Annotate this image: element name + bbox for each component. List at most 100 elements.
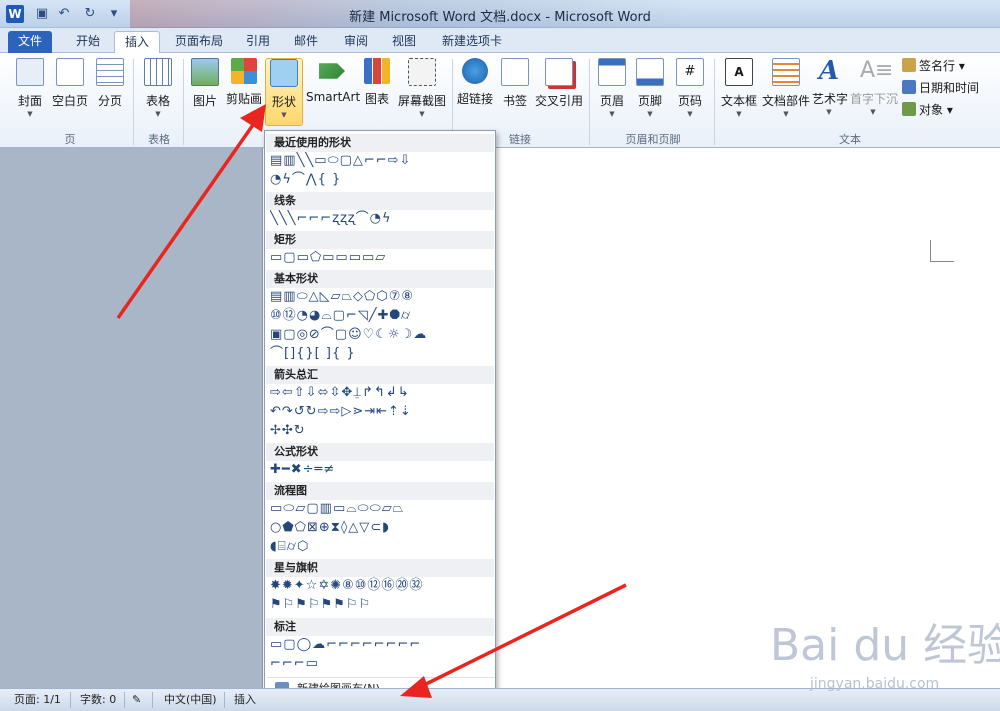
signature-line-button[interactable]: 签名行 ▾ [902, 57, 965, 77]
shapes-button[interactable]: 形状 ▼ [265, 58, 303, 126]
group-label-links: 链接 [509, 133, 531, 146]
shape-gallery-row[interactable]: ⌒[]{}[ ]{ } [270, 345, 492, 363]
group-label-pages: 页 [64, 133, 76, 146]
group-separator [589, 59, 590, 145]
group-separator [133, 59, 134, 145]
group-label-tables: 表格 [148, 133, 170, 146]
shape-gallery-row[interactable]: ⌐⌐⌐▭ [270, 655, 492, 673]
screenshot-button[interactable]: 屏幕截图 ▼ [396, 58, 448, 122]
status-separator [224, 692, 225, 708]
quick-parts-button[interactable]: 文档部件 ▼ [762, 58, 810, 122]
tab-file[interactable]: 文件 [8, 31, 53, 53]
section-block-arrows: 箭头总汇 [266, 366, 494, 384]
text-box-icon: A [725, 58, 753, 86]
bookmark-icon [501, 58, 529, 86]
picture-button[interactable]: 图片 [188, 58, 222, 122]
word-count[interactable]: 字数: 0 [80, 689, 116, 711]
status-separator [124, 692, 125, 708]
shape-gallery-row[interactable]: ▭⬭▱▢▥▭⌓⬭⬭▱⏢ [270, 500, 492, 518]
shape-gallery-row[interactable]: ✸✹✦☆✡✺⑧⑩⑫⑯⑳㉜ [270, 577, 492, 595]
text-box-button[interactable]: A 文本框 ▼ [720, 58, 758, 122]
signature-icon [902, 58, 916, 72]
shapes-icon [270, 59, 298, 87]
section-basic-shapes: 基本形状 [266, 270, 494, 288]
section-recent-shapes: 最近使用的形状 [266, 134, 494, 152]
ribbon-tab-row: 文件 开始 插入 页面布局 引用 邮件 审阅 视图 新建选项卡 [0, 28, 1000, 53]
page-break-button[interactable]: 分页 [93, 58, 127, 122]
quick-parts-icon [772, 58, 800, 86]
shape-gallery-row[interactable]: ◖⌸⌭⬡ [270, 538, 492, 556]
screenshot-icon [408, 58, 436, 86]
chart-button[interactable]: 图表 [362, 58, 392, 122]
tab-references[interactable]: 引用 [236, 31, 280, 53]
drop-cap-button[interactable]: A≡ 首字下沉 ▼ [850, 58, 898, 122]
object-button[interactable]: 对象 ▾ [902, 101, 953, 121]
page-count[interactable]: 页面: 1/1 [14, 689, 61, 711]
ribbon: 封面 ▼ 空白页 分页 页 表格 ▼ 表格 图片 剪贴画 形状 ▼ SmartArt … [0, 53, 1000, 148]
status-bar: 页面: 1/1 字数: 0 ✎ 中文(中国) 插入 [0, 688, 1000, 711]
tab-new-tab[interactable]: 新建选项卡 [432, 31, 512, 53]
language-indicator[interactable]: 中文(中国) [164, 689, 217, 711]
clip-art-button[interactable]: 剪贴画 [224, 58, 264, 122]
section-stars-banners: 星与旗帜 [266, 559, 494, 577]
tab-view[interactable]: 视图 [382, 31, 426, 53]
tab-mailings[interactable]: 邮件 [284, 31, 328, 53]
tab-insert[interactable]: 插入 [114, 31, 161, 53]
proofing-icon[interactable]: ✎ [132, 689, 141, 711]
shape-gallery-row[interactable]: ✚━✖÷═≠ [270, 461, 492, 479]
shape-gallery-row[interactable]: ▣▢◎⊘⌒▢☺♡☾☼☽☁ [270, 326, 492, 344]
section-rectangles: 矩形 [266, 231, 494, 249]
page-number-icon: # [676, 58, 704, 86]
shape-gallery-row[interactable]: ▭▢▭⬠▭▭▭▭▱ [270, 249, 492, 267]
blank-page-button[interactable]: 空白页 [50, 58, 90, 122]
clip-art-icon [231, 58, 257, 84]
table-icon [144, 58, 172, 86]
group-separator [183, 59, 184, 145]
insert-mode-indicator[interactable]: 插入 [234, 689, 256, 711]
shape-gallery-row[interactable]: ╲╲╲⌐⌐⌐ʐʐʐ⌒◔ϟ [270, 210, 492, 228]
cross-reference-button[interactable]: 交叉引用 [535, 58, 583, 122]
section-equation-shapes: 公式形状 [266, 443, 494, 461]
cross-reference-icon [545, 58, 573, 86]
smartart-button[interactable]: SmartArt [306, 58, 360, 122]
footer-button[interactable]: 页脚 ▼ [634, 58, 666, 122]
page-break-icon [96, 58, 124, 86]
tab-home[interactable]: 开始 [66, 31, 110, 53]
globe-icon [462, 58, 488, 84]
header-button[interactable]: 页眉 ▼ [596, 58, 628, 122]
date-time-button[interactable]: 日期和时间 [902, 79, 979, 99]
group-label-text: 文本 [839, 133, 861, 146]
bookmark-button[interactable]: 书签 [498, 58, 532, 122]
shape-gallery-row[interactable]: ○⬟⬠⊠⊕⧗◊△▽⊂◗ [270, 519, 492, 537]
wordart-button[interactable]: A 艺术字 ▼ [812, 56, 848, 122]
header-icon [598, 58, 626, 86]
shape-gallery-row[interactable]: ⇨⇦⇧⇩⬄⇳✥⍊↱↰↲↳ [270, 384, 492, 402]
shape-gallery-row[interactable]: ⑩⑫◔◕⌓▢⌐◹╱✚⯃⌭ [270, 307, 492, 325]
shape-gallery-row[interactable]: ▤▥⬭△◺▱⏢◇⬠⬡⑦⑧ [270, 288, 492, 306]
wordart-icon: A [818, 56, 840, 86]
section-callouts: 标注 [266, 618, 494, 636]
shape-gallery-row[interactable]: ◔ϟ⌒⋀{ } [270, 171, 492, 189]
blank-page-icon [56, 58, 84, 86]
shapes-dropdown-menu: 最近使用的形状 ▤▥╲╲▭⬭▢△⌐⌐⇨⇩ ◔ϟ⌒⋀{ } 线条 ╲╲╲⌐⌐⌐ʐʐ… [264, 130, 496, 700]
shape-gallery-row[interactable]: ✢✣↻ [270, 422, 492, 440]
group-separator [714, 59, 715, 145]
window-title: 新建 Microsoft Word 文档.docx - Microsoft Wo… [349, 10, 651, 25]
status-separator [152, 692, 153, 708]
shape-gallery-row[interactable]: ↶↷↺↻⇨⇨▷⋗⇥⇤⇡⇣ [270, 403, 492, 421]
smartart-icon [319, 63, 345, 79]
group-label-header-footer: 页眉和页脚 [625, 133, 681, 146]
shape-gallery-row[interactable]: ⚑⚐⚑⚐⚑⚑⚐⚐ [270, 596, 492, 614]
shape-gallery-row[interactable]: ▤▥╲╲▭⬭▢△⌐⌐⇨⇩ [270, 152, 492, 170]
picture-icon [191, 58, 219, 86]
shape-gallery-row[interactable]: ▭▢◯☁⌐⌐⌐⌐⌐⌐⌐⌐ [270, 636, 492, 654]
hyperlink-button[interactable]: 超链接 [457, 58, 493, 122]
drop-cap-icon: A≡ [860, 58, 894, 83]
tab-page-layout[interactable]: 页面布局 [165, 31, 233, 53]
cover-page-button[interactable]: 封面 ▼ [12, 58, 48, 122]
table-button[interactable]: 表格 ▼ [140, 58, 176, 122]
section-lines: 线条 [266, 192, 494, 210]
calendar-icon [902, 80, 916, 94]
page-number-button[interactable]: # 页码 ▼ [674, 58, 706, 122]
tab-review[interactable]: 审阅 [334, 31, 378, 53]
